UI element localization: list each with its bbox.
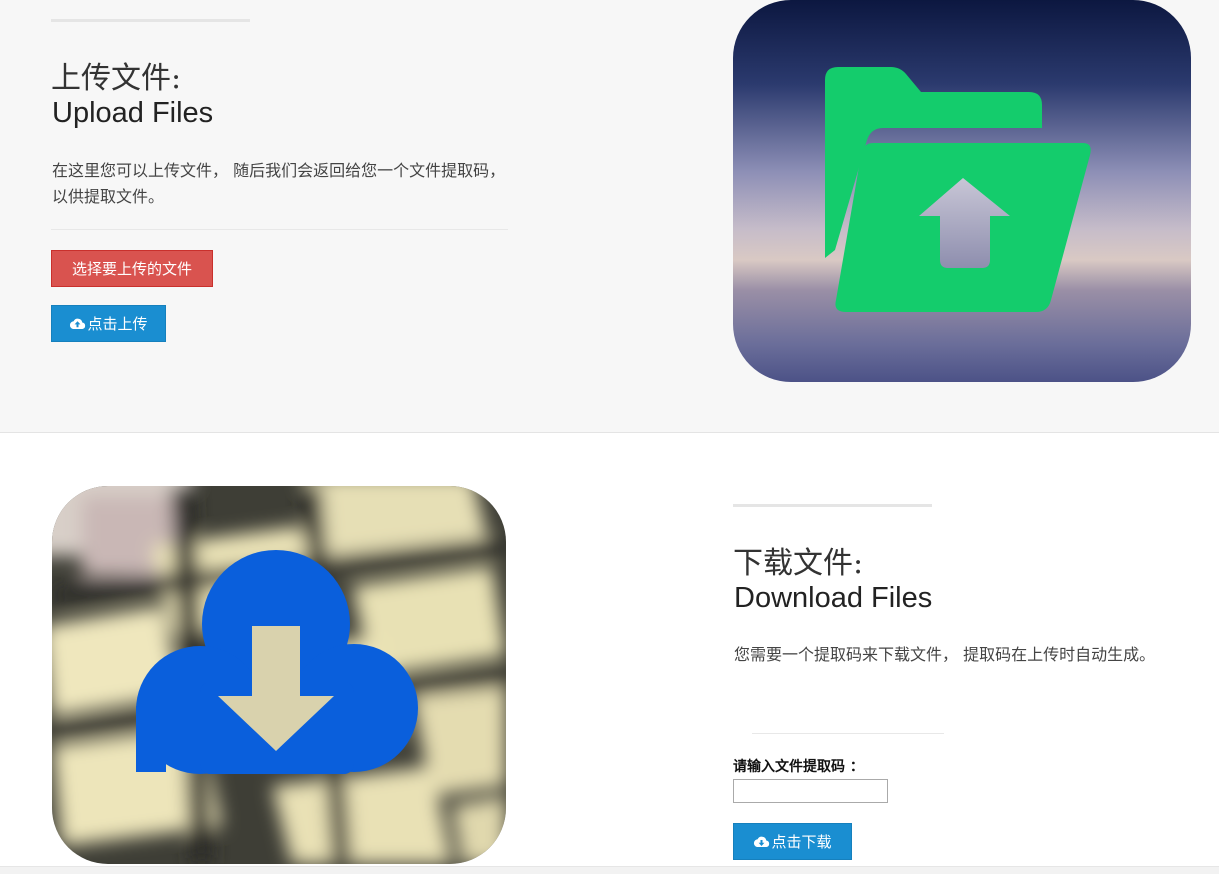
cloud-upload-icon	[70, 318, 86, 329]
upload-section: 上传文件: Upload Files 在这里您可以上传文件， 随后我们会返回给您…	[0, 0, 1219, 433]
upload-description: 在这里您可以上传文件， 随后我们会返回给您一个文件提取码，以供提取文件。	[52, 161, 506, 206]
download-divider	[752, 733, 944, 734]
download-section: 下载文件: Download Files 您需要一个提取码来下载文件， 提取码在…	[0, 434, 1219, 874]
download-illustration	[52, 486, 506, 864]
cloud-download-icon	[754, 836, 770, 847]
upload-heading-rule	[51, 19, 250, 22]
bottom-bar	[0, 866, 1219, 874]
upload-illustration	[733, 0, 1191, 382]
choose-file-button[interactable]: 选择要上传的文件	[51, 250, 213, 287]
upload-divider	[51, 229, 508, 230]
download-button[interactable]: 点击下载	[733, 823, 852, 860]
upload-title-cn: 上传文件:	[51, 61, 182, 96]
download-heading-rule	[733, 504, 932, 507]
code-label: 请输入文件提取码 ：	[733, 759, 864, 775]
download-title-en: Download Files	[734, 582, 933, 614]
download-description: 您需要一个提取码来下载文件， 提取码在上传时自动生成。	[734, 645, 1156, 664]
extraction-code-input[interactable]	[733, 779, 888, 803]
upload-title-en: Upload Files	[52, 97, 214, 129]
choose-file-label: 选择要上传的文件	[71, 260, 192, 278]
download-title-cn: 下载文件:	[733, 546, 864, 581]
upload-button-label: 点击上传	[87, 315, 148, 333]
download-button-label: 点击下载	[771, 833, 832, 851]
upload-button[interactable]: 点击上传	[51, 305, 166, 342]
